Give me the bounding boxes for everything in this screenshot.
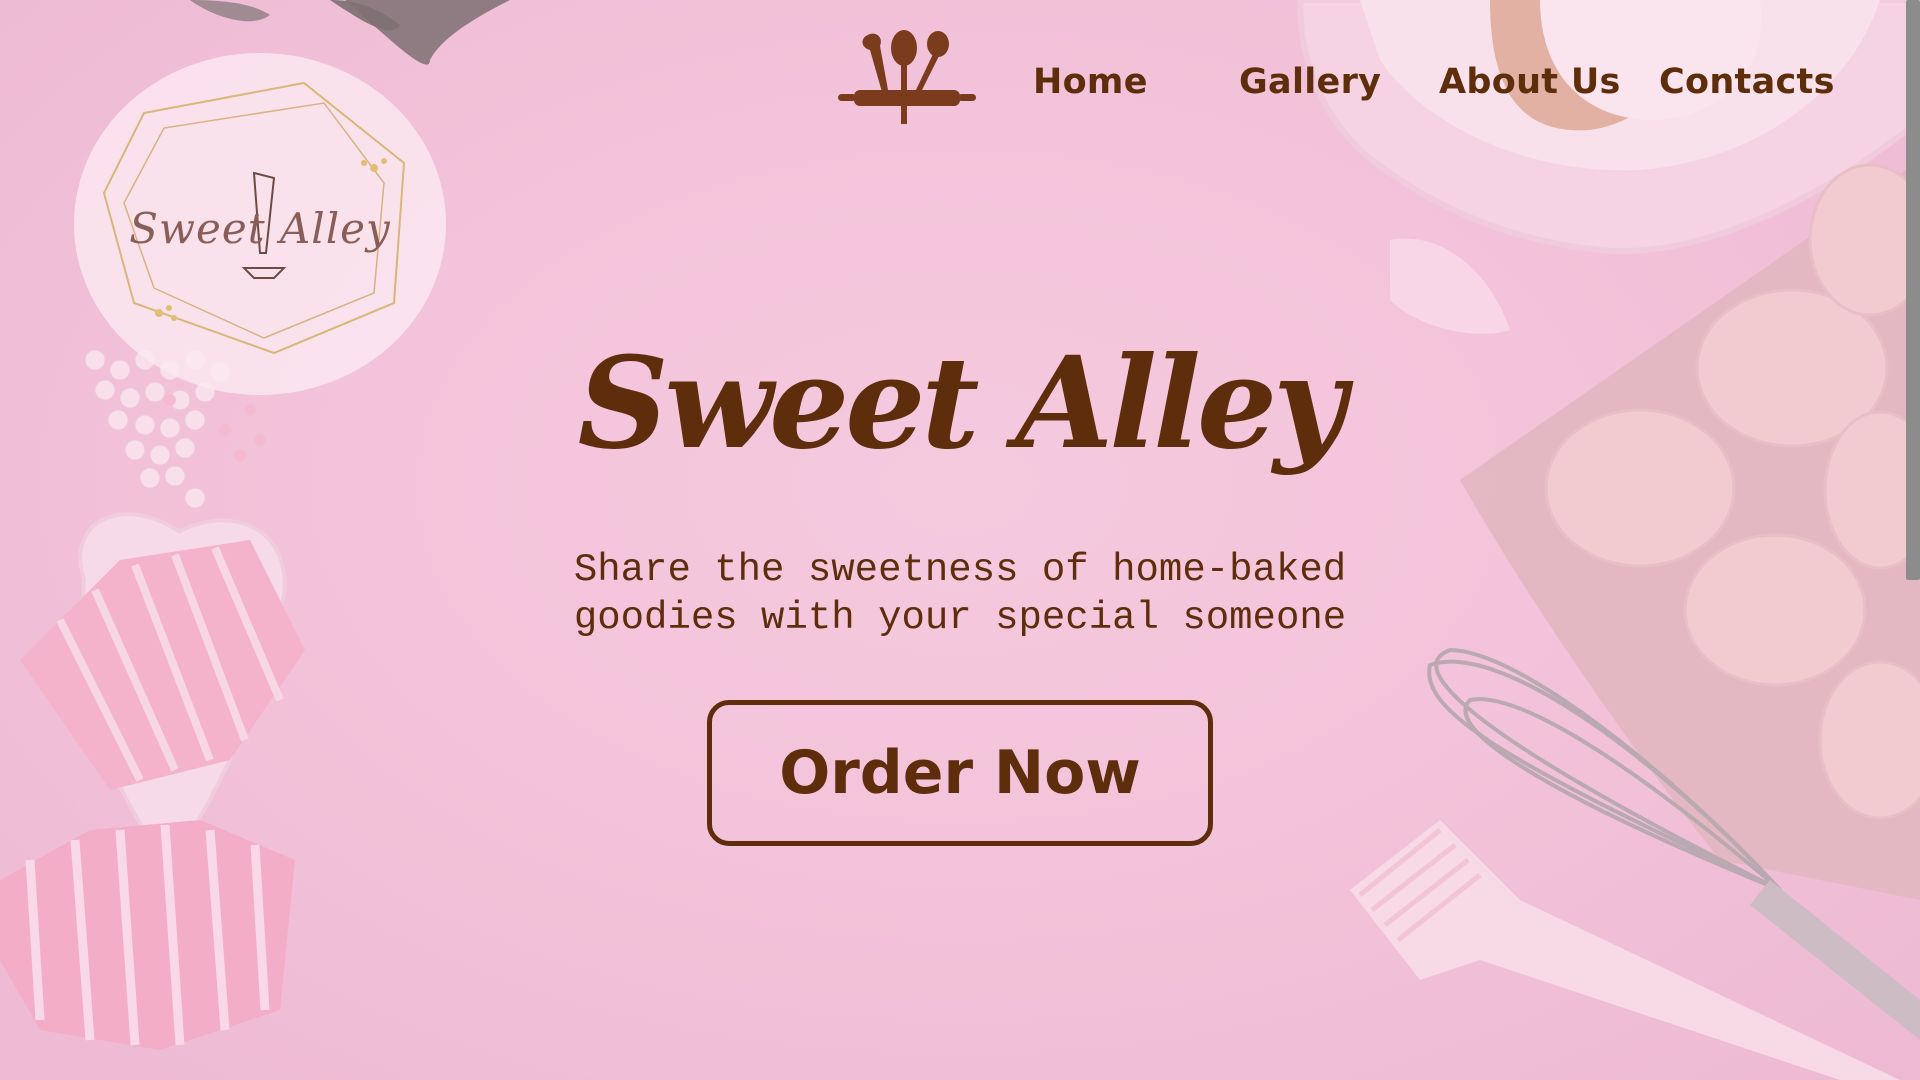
baking-utensils-icon[interactable]	[836, 28, 978, 130]
tagline: Share the sweetness of home-baked goodie…	[480, 546, 1440, 642]
tagline-line-2: goodies with your special someone	[573, 596, 1347, 640]
order-now-button[interactable]: Order Now	[707, 700, 1213, 846]
nav-gallery[interactable]: Gallery	[1239, 62, 1381, 102]
nav-contacts[interactable]: Contacts	[1659, 62, 1835, 102]
tagline-line-1: Share the sweetness of home-baked	[573, 548, 1347, 592]
scrollbar[interactable]	[1906, 0, 1920, 580]
page-title: Sweet Alley	[577, 329, 1347, 477]
logo-badge-text: Sweet Alley	[129, 204, 391, 253]
nav-about-us[interactable]: About Us	[1439, 62, 1621, 102]
hero-background: Sweet Alley Home Gallery About Us Contac…	[0, 0, 1920, 1080]
nav-home[interactable]: Home	[1033, 62, 1148, 102]
